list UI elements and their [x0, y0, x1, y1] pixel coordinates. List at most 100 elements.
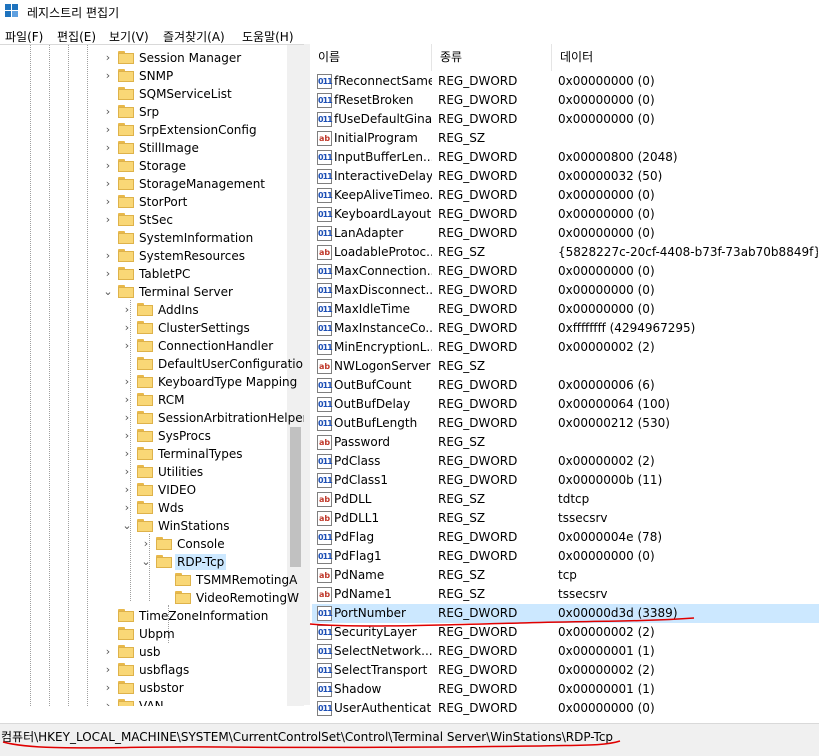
tree-item[interactable]: › SystemResources	[0, 247, 287, 265]
value-row[interactable]: ab PdName REG_SZ tcp	[312, 566, 819, 585]
chevron-right-icon[interactable]: ›	[140, 538, 152, 550]
tree-item[interactable]: › StorageManagement	[0, 175, 287, 193]
chevron-right-icon[interactable]: ›	[121, 466, 133, 478]
value-row[interactable]: 011 MinEncryptionL... REG_DWORD 0x00000002 …	[312, 338, 819, 357]
value-row[interactable]: 011 LanAdapter REG_DWORD 0x00000000 (0)	[312, 224, 819, 243]
chevron-right-icon[interactable]: ›	[121, 394, 133, 406]
chevron-right-icon[interactable]: ›	[102, 646, 114, 658]
tree-item[interactable]: › Session Manager	[0, 49, 287, 67]
chevron-down-icon[interactable]: ⌄	[140, 556, 152, 568]
chevron-right-icon[interactable]: ›	[102, 52, 114, 64]
value-row[interactable]: 011 PdClass1 REG_DWORD 0x0000000b (11)	[312, 471, 819, 490]
column-header-name[interactable]: 이름	[310, 44, 432, 71]
tree-item[interactable]: › VAN	[0, 697, 287, 706]
tree-item[interactable]: TSMMRemotingA	[0, 571, 297, 589]
value-row[interactable]: ab Password REG_SZ	[312, 433, 819, 452]
chevron-right-icon[interactable]: ›	[121, 340, 133, 352]
tree-item[interactable]: ⌄ Terminal Server	[0, 283, 287, 301]
tree-item[interactable]: › SrpExtensionConfig	[0, 121, 287, 139]
value-row[interactable]: ab PdName1 REG_SZ tssecsrv	[312, 585, 819, 604]
tree-item[interactable]: › ClusterSettings	[0, 319, 287, 337]
chevron-right-icon[interactable]: ›	[102, 196, 114, 208]
tree-item[interactable]: › TerminalTypes	[0, 445, 287, 463]
chevron-right-icon[interactable]: ›	[121, 484, 133, 496]
menu-edit[interactable]: 편집(E)	[57, 28, 96, 45]
chevron-right-icon[interactable]: ›	[102, 214, 114, 226]
value-row[interactable]: ab PdDLL REG_SZ tdtcp	[312, 490, 819, 509]
chevron-right-icon[interactable]: ›	[102, 70, 114, 82]
chevron-right-icon[interactable]: ›	[102, 160, 114, 172]
tree-item[interactable]: SystemInformation	[0, 229, 287, 247]
chevron-right-icon[interactable]: ›	[121, 412, 133, 424]
value-row[interactable]: ab LoadableProtoc... REG_SZ {5828227c-20cf-…	[312, 243, 819, 262]
value-row[interactable]: 011 PdFlag1 REG_DWORD 0x00000000 (0)	[312, 547, 819, 566]
chevron-right-icon[interactable]: ›	[102, 142, 114, 154]
value-row[interactable]: 011 SecurityLayer REG_DWORD 0x00000002 (2)	[312, 623, 819, 642]
value-row[interactable]: 011 KeepAliveTimeo... REG_DWORD 0x00000000 …	[312, 186, 819, 205]
value-row[interactable]: 011 SelectTransport REG_DWORD 0x00000002 (2…	[312, 661, 819, 680]
tree-item[interactable]: › AddIns	[0, 301, 287, 319]
tree-item[interactable]: SQMServiceList	[0, 85, 287, 103]
tree-item[interactable]: › KeyboardType Mapping	[0, 373, 297, 391]
tree-item[interactable]: › StillImage	[0, 139, 287, 157]
value-row[interactable]: 011 fResetBroken REG_DWORD 0x00000000 (0)	[312, 91, 819, 110]
chevron-down-icon[interactable]: ⌄	[121, 520, 133, 532]
chevron-right-icon[interactable]: ›	[121, 304, 133, 316]
tree-item[interactable]: › SNMP	[0, 67, 287, 85]
tree-item[interactable]: VideoRemotingW	[0, 589, 299, 607]
value-row[interactable]: 011 MaxDisconnect... REG_DWORD 0x00000000 (…	[312, 281, 819, 300]
tree-item[interactable]: › usb	[0, 643, 287, 661]
value-row[interactable]: 011 MaxInstanceCo... REG_DWORD 0xffffffff (…	[312, 319, 819, 338]
value-row[interactable]: 011 OutBufLength REG_DWORD 0x00000212 (530)	[312, 414, 819, 433]
tree-item[interactable]: › VIDEO	[0, 481, 287, 499]
chevron-right-icon[interactable]: ›	[102, 700, 114, 707]
tree-item[interactable]: › Storage	[0, 157, 287, 175]
menu-favorites[interactable]: 즐겨찾기(A)	[163, 28, 225, 45]
value-row[interactable]: 011 OutBufCount REG_DWORD 0x00000006 (6)	[312, 376, 819, 395]
tree-item[interactable]: › usbstor	[0, 679, 287, 697]
chevron-down-icon[interactable]: ⌄	[102, 286, 114, 298]
value-row[interactable]: 011 MaxConnection... REG_DWORD 0x00000000 (…	[312, 262, 819, 281]
chevron-right-icon[interactable]: ›	[121, 502, 133, 514]
value-row[interactable]: ab NWLogonServer REG_SZ	[312, 357, 819, 376]
tree-item[interactable]: › Utilities	[0, 463, 287, 481]
tree-item[interactable]: › RCM	[0, 391, 287, 409]
tree-item[interactable]: › TabletPC	[0, 265, 287, 283]
tree-item[interactable]: TimeZoneInformation	[0, 607, 287, 625]
value-row[interactable]: 011 InputBufferLen... REG_DWORD 0x00000800 …	[312, 148, 819, 167]
chevron-right-icon[interactable]: ›	[102, 268, 114, 280]
registry-key-tree[interactable]: › Session Manager › SNMP SQMServiceList › Srp ›…	[0, 44, 304, 706]
value-row[interactable]: 011 UserAuthenticat... REG_DWORD 0x00000000…	[312, 699, 819, 718]
value-row[interactable]: ab PdDLL1 REG_SZ tssecsrv	[312, 509, 819, 528]
menu-file[interactable]: 파일(F)	[5, 28, 43, 45]
menu-help[interactable]: 도움말(H)	[242, 28, 294, 45]
value-row[interactable]: 011 PdClass REG_DWORD 0x00000002 (2)	[312, 452, 819, 471]
column-header-data[interactable]: 데이터	[552, 44, 819, 71]
tree-item[interactable]: ⌄ RDP-Tcp	[0, 553, 287, 571]
value-row[interactable]: 011 PdFlag REG_DWORD 0x0000004e (78)	[312, 528, 819, 547]
value-row[interactable]: 011 fUseDefaultGina REG_DWORD 0x00000000 (0…	[312, 110, 819, 129]
value-row[interactable]: 011 OutBufDelay REG_DWORD 0x00000064 (100)	[312, 395, 819, 414]
tree-item[interactable]: › Wds	[0, 499, 287, 517]
chevron-right-icon[interactable]: ›	[102, 250, 114, 262]
value-row[interactable]: 011 Shadow REG_DWORD 0x00000001 (1)	[312, 680, 819, 699]
tree-item[interactable]: › SessionArbitrationHelper	[0, 409, 304, 427]
tree-item[interactable]: Ubpm	[0, 625, 287, 643]
chevron-right-icon[interactable]: ›	[102, 124, 114, 136]
tree-item[interactable]: DefaultUserConfiguratio	[0, 355, 303, 373]
value-row[interactable]: ab InitialProgram REG_SZ	[312, 129, 819, 148]
chevron-right-icon[interactable]: ›	[102, 106, 114, 118]
tree-item[interactable]: ⌄ WinStations	[0, 517, 287, 535]
value-row[interactable]: 011 SelectNetwork... REG_DWORD 0x00000001 (…	[312, 642, 819, 661]
tree-item[interactable]: › Srp	[0, 103, 287, 121]
tree-item[interactable]: › StorPort	[0, 193, 287, 211]
chevron-right-icon[interactable]: ›	[102, 664, 114, 676]
value-row[interactable]: 011 MaxIdleTime REG_DWORD 0x00000000 (0)	[312, 300, 819, 319]
chevron-right-icon[interactable]: ›	[102, 682, 114, 694]
column-header-type[interactable]: 종류	[432, 44, 552, 71]
chevron-right-icon[interactable]: ›	[121, 322, 133, 334]
tree-scrollbar-thumb[interactable]	[290, 427, 301, 567]
chevron-right-icon[interactable]: ›	[121, 376, 133, 388]
value-row[interactable]: 011 KeyboardLayout REG_DWORD 0x00000000 (0)	[312, 205, 819, 224]
chevron-right-icon[interactable]: ›	[121, 430, 133, 442]
